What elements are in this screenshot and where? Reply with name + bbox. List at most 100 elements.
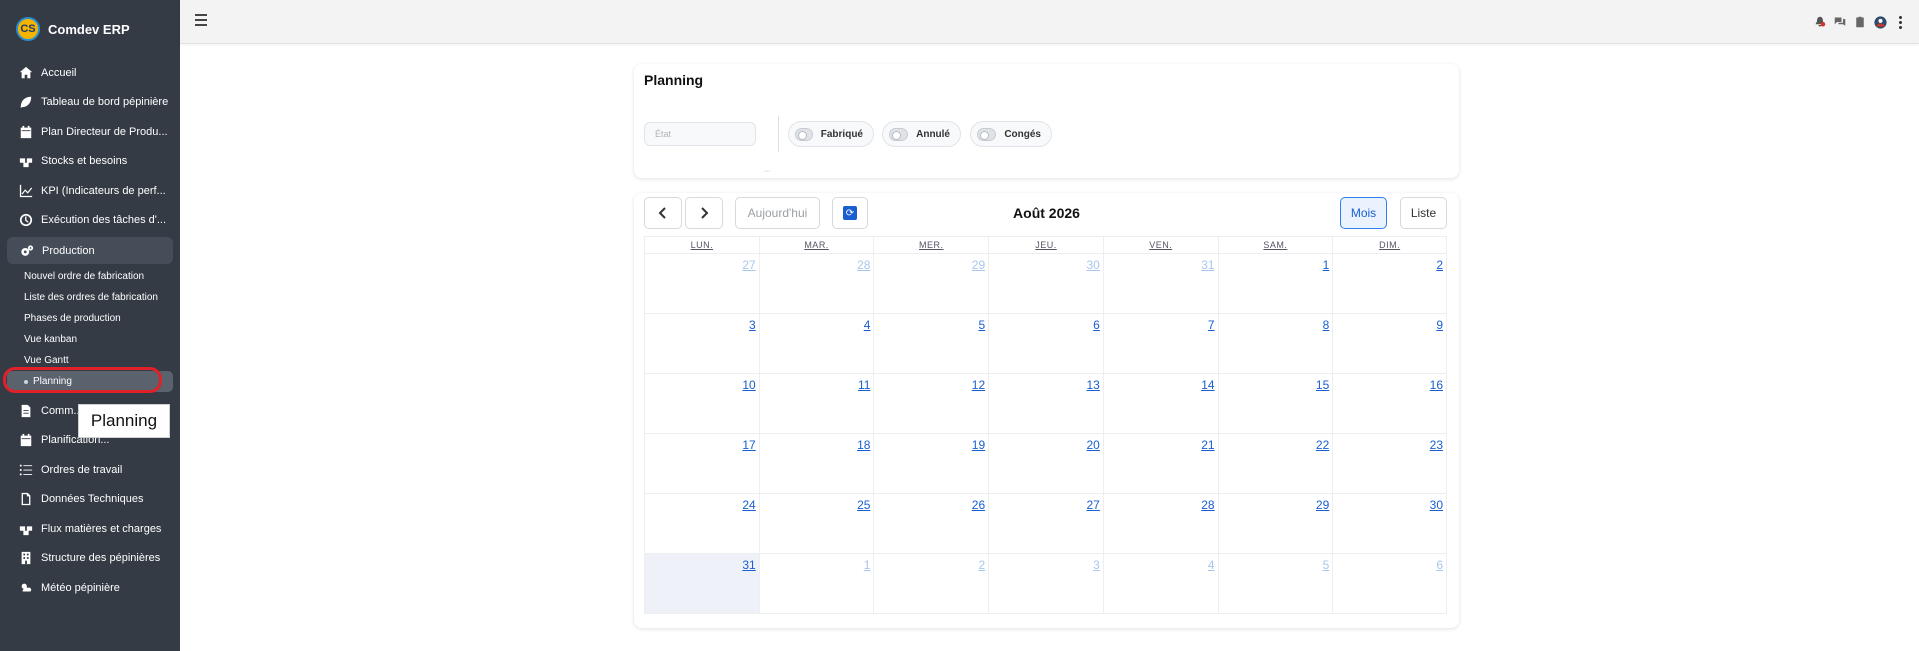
calendar-day-cell[interactable]: 3 xyxy=(644,314,759,374)
day-number-link[interactable]: 13 xyxy=(1086,378,1099,392)
day-number-link[interactable]: 7 xyxy=(1208,318,1215,332)
day-number-link[interactable]: 24 xyxy=(742,498,755,512)
sidebar-item-structure[interactable]: Structure des pépinières xyxy=(0,544,180,574)
calendar-day-cell[interactable]: 24 xyxy=(644,494,759,554)
submenu-nouvel-ordre[interactable]: Nouvel ordre de fabrication xyxy=(0,266,180,287)
refresh-button[interactable]: ⟳ xyxy=(832,197,868,229)
brand[interactable]: CS Comdev ERP xyxy=(0,0,180,58)
day-number-link[interactable]: 14 xyxy=(1201,378,1214,392)
user-avatar-icon[interactable] xyxy=(1873,15,1887,29)
calendar-day-cell[interactable]: 30 xyxy=(1332,494,1447,554)
sidebar-item-tableau-de-bord[interactable]: Tableau de bord pépinière xyxy=(0,88,180,118)
calendar-day-cell[interactable]: 26 xyxy=(873,494,989,554)
calendar-day-cell[interactable]: 9 xyxy=(1332,314,1447,374)
day-number-link[interactable]: 25 xyxy=(857,498,870,512)
calendar-day-cell[interactable]: 31 xyxy=(1102,254,1218,314)
sidebar-item-production[interactable]: Production xyxy=(7,237,173,264)
day-number-link[interactable]: 16 xyxy=(1430,378,1443,392)
notification-bell-icon[interactable] xyxy=(1813,15,1827,29)
day-number-link[interactable]: 1 xyxy=(1323,258,1330,272)
submenu-vue-gantt[interactable]: Vue Gantt xyxy=(0,350,180,371)
calendar-day-cell[interactable]: 11 xyxy=(758,374,874,434)
calendar-day-cell[interactable]: 21 xyxy=(1102,434,1218,494)
calendar-day-cell[interactable]: 28 xyxy=(758,254,874,314)
day-number-link[interactable]: 28 xyxy=(1201,498,1214,512)
calendar-day-cell[interactable]: 29 xyxy=(1217,494,1333,554)
day-number-link[interactable]: 1 xyxy=(864,558,871,572)
calendar-day-cell[interactable]: 19 xyxy=(873,434,989,494)
sidebar-item-kpi[interactable]: KPI (Indicateurs de perf... xyxy=(0,176,180,206)
sidebar-item-meteo[interactable]: Météo pépinière xyxy=(0,573,180,603)
clipboard-icon[interactable] xyxy=(1853,15,1867,29)
calendar-day-cell[interactable]: 8 xyxy=(1217,314,1333,374)
sidebar-item-execution[interactable]: Exécution des tâches d'... xyxy=(0,206,180,236)
day-number-link[interactable]: 5 xyxy=(978,318,985,332)
calendar-day-cell[interactable]: 2 xyxy=(873,554,989,614)
day-number-link[interactable]: 3 xyxy=(1093,558,1100,572)
day-number-link[interactable]: 27 xyxy=(742,258,755,272)
weekday-label[interactable]: MER. xyxy=(873,237,988,253)
day-number-link[interactable]: 31 xyxy=(1201,258,1214,272)
calendar-day-cell[interactable]: 18 xyxy=(758,434,874,494)
submenu-planning[interactable]: Planning xyxy=(7,371,173,392)
menu-toggle-icon[interactable] xyxy=(195,14,207,26)
calendar-day-cell[interactable]: 4 xyxy=(758,314,874,374)
calendar-day-cell[interactable]: 4 xyxy=(1102,554,1218,614)
day-number-link[interactable]: 9 xyxy=(1436,318,1443,332)
day-number-link[interactable]: 6 xyxy=(1093,318,1100,332)
weekday-label[interactable]: JEU. xyxy=(988,237,1103,253)
sidebar-item-flux-matieres[interactable]: Flux matières et charges xyxy=(0,514,180,544)
day-number-link[interactable]: 20 xyxy=(1086,438,1099,452)
calendar-day-cell[interactable]: 13 xyxy=(988,374,1103,434)
calendar-day-cell[interactable]: 27 xyxy=(644,254,759,314)
day-number-link[interactable]: 4 xyxy=(864,318,871,332)
calendar-day-cell[interactable]: 30 xyxy=(988,254,1103,314)
day-number-link[interactable]: 2 xyxy=(978,558,985,572)
day-number-link[interactable]: 29 xyxy=(972,258,985,272)
day-number-link[interactable]: 3 xyxy=(749,318,756,332)
weekday-label[interactable]: SAM. xyxy=(1217,237,1333,253)
sidebar-item-ordres-travail[interactable]: Ordres de travail xyxy=(0,455,180,485)
toggle-fabrique[interactable]: Fabriqué xyxy=(788,121,874,147)
day-number-link[interactable]: 8 xyxy=(1323,318,1330,332)
view-month-button[interactable]: Mois xyxy=(1340,197,1387,229)
submenu-vue-kanban[interactable]: Vue kanban xyxy=(0,329,180,350)
day-number-link[interactable]: 29 xyxy=(1316,498,1329,512)
calendar-day-cell[interactable]: 23 xyxy=(1332,434,1447,494)
submenu-phases[interactable]: Phases de production xyxy=(0,308,180,329)
next-month-button[interactable] xyxy=(685,197,723,229)
calendar-day-cell[interactable]: 2 xyxy=(1332,254,1447,314)
day-number-link[interactable]: 23 xyxy=(1430,438,1443,452)
calendar-day-cell[interactable]: 1 xyxy=(758,554,874,614)
prev-month-button[interactable] xyxy=(644,197,682,229)
weekday-label[interactable]: VEN. xyxy=(1102,237,1218,253)
calendar-day-cell[interactable]: 22 xyxy=(1217,434,1333,494)
calendar-day-cell[interactable]: 25 xyxy=(758,494,874,554)
toggle-annule[interactable]: Annulé xyxy=(882,121,961,147)
day-number-link[interactable]: 2 xyxy=(1436,258,1443,272)
sidebar-item-donnees-techniques[interactable]: Données Techniques xyxy=(0,485,180,515)
toggle-conges[interactable]: Congés xyxy=(970,121,1052,147)
calendar-day-cell[interactable]: 10 xyxy=(644,374,759,434)
day-number-link[interactable]: 18 xyxy=(857,438,870,452)
day-number-link[interactable]: 5 xyxy=(1323,558,1330,572)
calendar-day-cell[interactable]: 29 xyxy=(873,254,989,314)
calendar-day-cell[interactable]: 15 xyxy=(1217,374,1333,434)
day-number-link[interactable]: 4 xyxy=(1208,558,1215,572)
more-options-icon[interactable] xyxy=(1893,15,1907,29)
chat-icon[interactable] xyxy=(1833,15,1847,29)
weekday-label[interactable]: MAR. xyxy=(758,237,874,253)
day-number-link[interactable]: 21 xyxy=(1201,438,1214,452)
sidebar-item-accueil[interactable]: Accueil xyxy=(0,58,180,88)
day-number-link[interactable]: 28 xyxy=(857,258,870,272)
weekday-label[interactable]: LUN. xyxy=(644,237,759,253)
calendar-day-cell[interactable]: 17 xyxy=(644,434,759,494)
view-list-button[interactable]: Liste xyxy=(1400,197,1447,229)
day-number-link[interactable]: 31 xyxy=(742,558,755,572)
etat-filter-input[interactable] xyxy=(644,122,756,146)
day-number-link[interactable]: 12 xyxy=(972,378,985,392)
day-number-link[interactable]: 15 xyxy=(1316,378,1329,392)
day-number-link[interactable]: 17 xyxy=(742,438,755,452)
today-button[interactable]: Aujourd'hui xyxy=(735,197,820,229)
submenu-liste-ordres[interactable]: Liste des ordres de fabrication xyxy=(0,287,180,308)
